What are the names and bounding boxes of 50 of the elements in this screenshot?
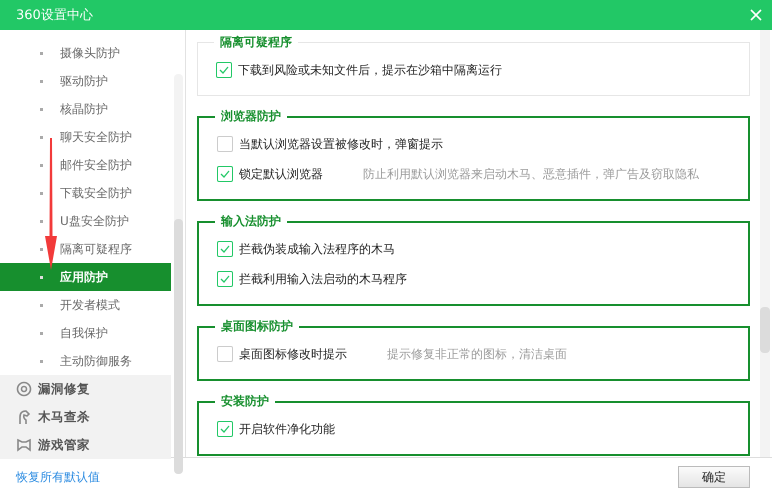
scrollbar[interactable] — [760, 30, 770, 457]
option-label: 拦截利用输入法启动的木马程序 — [239, 270, 407, 288]
horse-head-icon — [16, 409, 32, 425]
group-title: 桌面图标防护 — [220, 318, 294, 335]
checkbox[interactable] — [217, 271, 233, 287]
ok-button[interactable]: 确定 — [678, 466, 750, 488]
sidebar-item[interactable]: 隔离可疑程序 — [0, 235, 171, 263]
group-title: 浏览器防护 — [220, 108, 282, 125]
option-label: 桌面图标修改时提示 — [239, 346, 347, 362]
checkmark-icon — [220, 245, 230, 253]
restore-defaults-link[interactable]: 恢复所有默认值 — [16, 468, 100, 486]
close-icon[interactable] — [750, 9, 762, 21]
option-hint: 提示修复非正常的图标，清洁桌面 — [387, 346, 567, 362]
gamepad-icon — [16, 437, 32, 453]
sidebar-item[interactable]: 邮件安全防护 — [0, 151, 171, 179]
checkbox[interactable] — [217, 241, 233, 257]
sidebar-item[interactable]: 下载安全防护 — [0, 179, 171, 207]
sidebar-category[interactable]: 游戏管家 — [0, 431, 171, 459]
option-label: 当默认浏览器设置被修改时，弹窗提示 — [239, 136, 443, 152]
scrollbar[interactable] — [174, 74, 182, 474]
option-label: 锁定默认浏览器 — [239, 166, 323, 182]
checkmark-icon — [219, 66, 229, 74]
option-label: 下载到风险或未知文件后，提示在沙箱中隔离运行 — [238, 62, 502, 78]
sidebar-category[interactable]: 漏洞修复 — [0, 375, 171, 403]
sidebar-item[interactable]: 主动防御服务 — [0, 347, 171, 375]
sidebar-item[interactable]: 自我保护 — [0, 319, 171, 347]
checkbox[interactable] — [217, 346, 233, 362]
sidebar-item[interactable]: 驱动防护 — [0, 67, 171, 95]
checkmark-icon — [220, 425, 230, 433]
checkmark-icon — [220, 275, 230, 283]
sidebar-category[interactable]: 木马查杀 — [0, 403, 171, 431]
checkbox[interactable] — [217, 166, 233, 182]
sidebar-item[interactable]: U盘安全防护 — [0, 207, 171, 235]
sidebar-item[interactable]: 核晶防护 — [0, 95, 171, 123]
option-hint: 防止利用默认浏览器来启动木马、恶意插件，弹广告及窃取隐私 — [363, 166, 699, 182]
checkmark-icon — [220, 170, 230, 178]
sidebar-item[interactable]: 应用防护 — [0, 263, 171, 291]
sidebar-item[interactable]: 聊天安全防护 — [0, 123, 171, 151]
checkbox[interactable] — [216, 62, 232, 78]
window-title: 360设置中心 — [16, 7, 93, 24]
option-label: 拦截伪装成输入法程序的木马 — [239, 240, 395, 258]
checkbox[interactable] — [217, 421, 233, 437]
option-label: 开启软件净化功能 — [239, 420, 335, 438]
group-title: 安装防护 — [220, 393, 270, 410]
sidebar-item[interactable]: 开发者模式 — [0, 291, 171, 319]
group-title: 输入法防护 — [220, 213, 282, 230]
checkbox[interactable] — [217, 136, 233, 152]
sidebar-item[interactable]: 摄像头防护 — [0, 39, 171, 67]
refresh-circle-icon — [16, 381, 32, 397]
group-title: 隔离可疑程序 — [219, 34, 293, 51]
